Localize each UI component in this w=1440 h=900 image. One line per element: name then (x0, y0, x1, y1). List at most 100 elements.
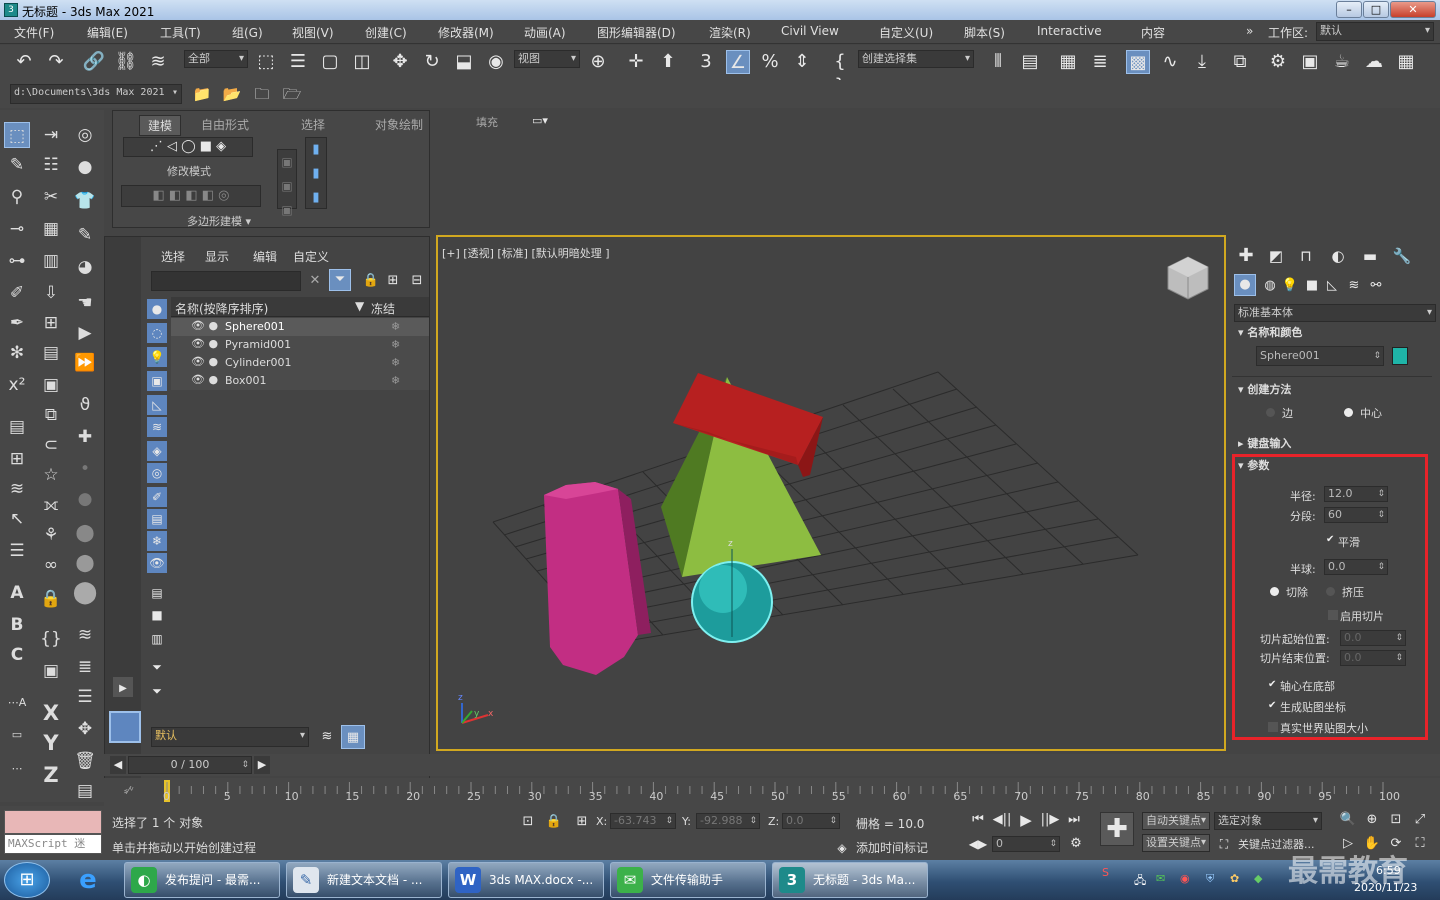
start-button[interactable]: ⊞ (4, 862, 50, 898)
maxscript-input[interactable]: MAXScript 迷 (4, 834, 102, 854)
align-icon[interactable]: ▤ (1018, 50, 1042, 74)
slice-from-spinner[interactable]: 0.0 (1340, 630, 1406, 646)
edge-radio[interactable] (1266, 408, 1275, 417)
freeze-icon[interactable]: ❄ (391, 338, 400, 351)
object-name[interactable]: Cylinder001 (225, 356, 292, 369)
taskbar-item[interactable]: W 3ds MAX.docx -... (448, 862, 604, 898)
move-icon[interactable]: ✥ (388, 50, 412, 74)
dot-large-icon[interactable]: ⬤ (72, 520, 98, 546)
rect-select-region-icon[interactable]: ▢ (318, 50, 342, 74)
freeze-icon[interactable]: ❄ (391, 374, 400, 387)
axis-y-icon[interactable]: Y (38, 730, 64, 756)
abs-rel-icon[interactable]: ⊞ (570, 810, 594, 834)
menu-create[interactable]: 创建(C) (365, 24, 407, 41)
tree-icon[interactable]: ⚘ (38, 522, 64, 548)
render-production-icon[interactable]: ☁ (1362, 50, 1386, 74)
taskbar-item[interactable]: ✉ 文件传输助手 (610, 862, 766, 898)
add-time-tag-icon[interactable]: ◈ (830, 836, 854, 860)
workspace-dropdown[interactable]: 默认 (1316, 22, 1434, 41)
segments-spinner[interactable]: 60 (1324, 507, 1388, 523)
xform-icon[interactable]: x² (4, 372, 30, 398)
view-cube[interactable] (1167, 256, 1209, 300)
menu-customize[interactable]: 自定义(U) (879, 24, 933, 41)
dot-xl-icon[interactable]: ⬤ (72, 550, 98, 576)
time-slider[interactable]: 0 / 100 (128, 756, 252, 774)
display-bones-icon[interactable]: ✐ (147, 487, 167, 507)
expand-explorer-icon[interactable]: ▶ (113, 677, 133, 697)
edit-named-selection-icon[interactable]: { } (828, 50, 852, 96)
keyboard-shortcut-icon[interactable]: ⬆ (656, 50, 680, 74)
tray-network-icon[interactable]: 🖧 (1134, 872, 1146, 891)
prev-frame-icon[interactable]: ◀ (110, 756, 126, 774)
add-layer-icon[interactable]: ⊞ (4, 446, 30, 472)
selection-filter-dropdown[interactable]: 全部 (184, 50, 248, 68)
layers3-icon[interactable]: ≣ (72, 654, 98, 680)
ribbon-tab-modeling[interactable]: 建模 (139, 115, 182, 136)
move-layer-icon[interactable]: ✥ (72, 716, 98, 742)
filter-funnel2-icon[interactable]: ⏷ (147, 679, 167, 699)
rollout-keyboard-entry[interactable]: ▸ 键盘输入 (1238, 435, 1291, 451)
modify-mode-icons[interactable]: ◧ ◧ ◧ ◧ ◎ (121, 185, 261, 207)
minimize-button[interactable]: – (1336, 1, 1362, 18)
layer-manager-icon[interactable]: ▦ (341, 725, 365, 749)
percent-snap-icon[interactable]: % (758, 50, 782, 74)
link-icon[interactable]: 🔗 (82, 50, 106, 74)
lights-tab-icon[interactable]: 💡 (1278, 274, 1302, 298)
layer-stack-icon[interactable]: ≋ (315, 725, 339, 749)
freeze-icon[interactable]: ❄ (391, 356, 400, 369)
film-icon[interactable]: ▣ (38, 372, 64, 398)
brace-icon[interactable]: {} (38, 626, 64, 652)
menu-rendering[interactable]: 渲染(R) (709, 24, 751, 41)
tray-360-icon[interactable]: ◉ (1180, 872, 1190, 885)
object-category-dropdown[interactable]: 标准基本体 (1234, 304, 1436, 322)
eye-icon[interactable]: 👁 ● (191, 355, 218, 368)
tray-shield-icon[interactable]: ⛨ (1206, 872, 1214, 886)
clear-search-icon[interactable]: ✕ (303, 269, 327, 293)
cut-icon[interactable]: ✂ (38, 184, 64, 210)
material-editor-icon[interactable]: ⚙ (1266, 50, 1290, 74)
zoom-all-icon[interactable]: ⊕ (1360, 808, 1384, 832)
next-frame-icon[interactable]: ▶ (254, 756, 270, 774)
play-icon[interactable]: ▶ (1014, 808, 1038, 832)
display-tab-icon[interactable]: ▬ (1358, 244, 1382, 268)
select-object-icon[interactable]: ⬚ (254, 50, 278, 74)
layer-stack-icon[interactable]: ☰ (4, 538, 30, 564)
toggle-ribbon-icon[interactable]: ▩ (1126, 50, 1150, 74)
auto-key-button[interactable]: 自动关键点 (1142, 812, 1210, 830)
ribbon-options-icon[interactable]: ▭▾ (528, 109, 552, 133)
taskbar-item-active[interactable]: 3 无标题 - 3ds Ma... (772, 862, 928, 898)
hierarchy-tab-icon[interactable]: ⊓ (1294, 244, 1318, 268)
object-name-input[interactable]: Sphere001 (1256, 346, 1384, 366)
explorer-tab-edit[interactable]: 编辑 (253, 248, 277, 265)
hierarchy-icon[interactable]: ⊞ (381, 269, 405, 293)
eye-icon[interactable]: 👁 ● (191, 373, 218, 386)
tray-app-icon[interactable]: ✿ (1230, 872, 1239, 885)
radius-spinner[interactable]: 12.0 (1324, 486, 1388, 502)
lock-filter-icon[interactable]: 🔒 (359, 269, 383, 293)
ribbon-tab-freeform[interactable]: 自由形式 (201, 116, 249, 133)
menu-animation[interactable]: 动画(A) (524, 24, 566, 41)
lock-icon[interactable]: 🔒 (38, 586, 64, 612)
snaps-toggle-icon[interactable]: 3 (694, 50, 718, 74)
text-b-icon[interactable]: B (4, 612, 30, 638)
smooth-checkbox[interactable]: ✔ (1326, 535, 1336, 545)
pivot-center-icon[interactable]: ⊕ (586, 50, 610, 74)
display-geometry-icon[interactable]: ● (147, 299, 167, 319)
shapes-icon[interactable]: ● (72, 154, 98, 180)
tray-sogou-icon[interactable]: S (1102, 866, 1109, 879)
select-tool-icon[interactable]: ⬚ (4, 122, 30, 148)
dots-a-icon[interactable]: ⋯A (4, 690, 30, 716)
time-config-icon[interactable]: ⚙ (1064, 832, 1088, 856)
subobject-icons[interactable]: ⋰ ◁ ◯ ■ ◈ (123, 137, 253, 157)
reference-coord-dropdown[interactable]: 视图 (514, 50, 580, 68)
menu-file[interactable]: 文件(F) (14, 24, 54, 41)
helpers-tab-icon[interactable]: ◺ (1320, 274, 1344, 298)
tray-nvidia-icon[interactable]: ◆ (1254, 872, 1262, 885)
box-icon[interactable]: ▣ (38, 658, 64, 684)
maximize-button[interactable]: □ (1363, 1, 1389, 18)
project-path-dropdown[interactable]: d:\Documents\3ds Max 2021 (10, 84, 182, 104)
ruler-icon[interactable]: ▭ (4, 722, 30, 748)
rollout-creation-method[interactable]: ▾ 创建方法 (1238, 381, 1291, 397)
scale-icon[interactable]: ⬓ (452, 50, 476, 74)
filter-funnel-icon[interactable]: ⏷ (147, 655, 167, 675)
